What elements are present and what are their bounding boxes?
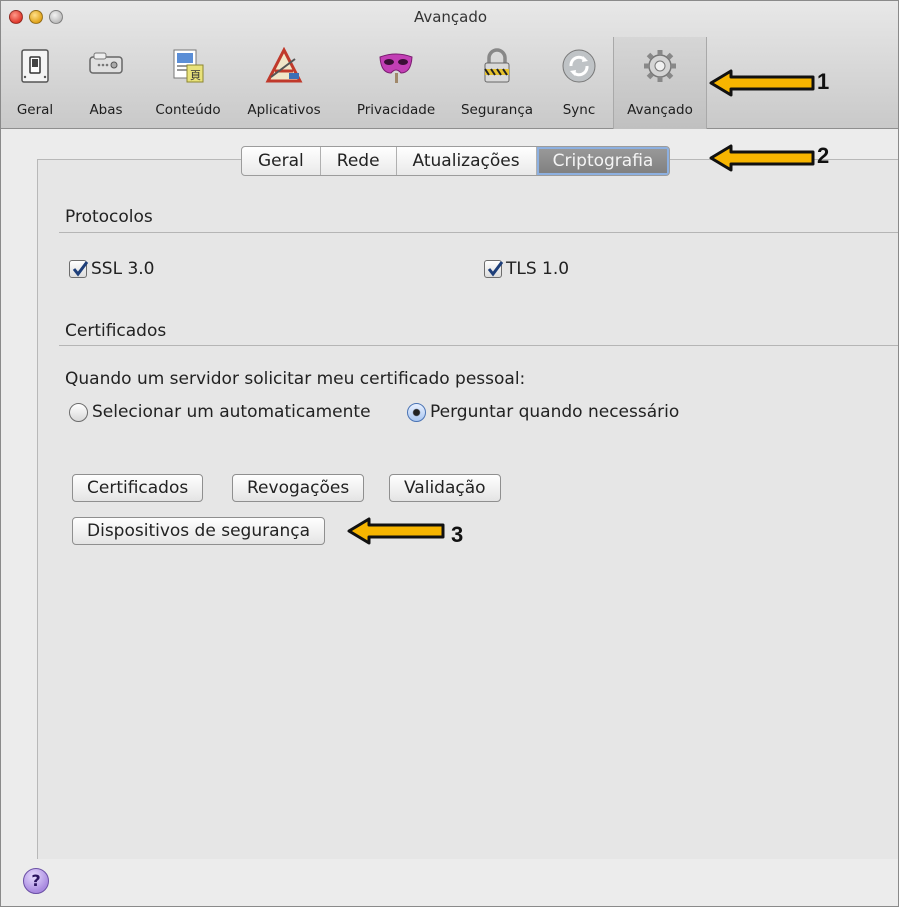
toolbar-item-abas[interactable]: Abas (75, 37, 137, 129)
help-button[interactable]: ? (23, 868, 49, 894)
tab-geral[interactable]: Geral (242, 147, 321, 175)
tab-panel (37, 159, 898, 859)
toolbar-label-conteudo: Conteúdo (155, 102, 221, 118)
toolbar-label-seguranca: Segurança (460, 102, 534, 118)
toolbar-label-geral: Geral (16, 102, 54, 118)
protocols-section-title: Protocolos (65, 207, 153, 227)
certificates-section-title: Certificados (65, 321, 167, 341)
tabs-icon (89, 52, 123, 74)
checkmark-icon (72, 261, 89, 277)
toolbar-item-sync[interactable]: Sync (553, 37, 605, 129)
tls-checkbox-label: TLS 1.0 (506, 259, 570, 279)
toolbar-label-avancado: Avançado (627, 102, 693, 118)
content-document-icon: 頁 (173, 49, 204, 83)
annotation-number-3: 3 (451, 522, 464, 547)
gear-icon (644, 50, 676, 82)
applications-icon (265, 47, 303, 83)
toolbar-item-seguranca[interactable]: Segurança (453, 37, 541, 129)
annotation-arrow-2-icon (709, 144, 815, 172)
padlock-icon (484, 48, 510, 83)
switch-icon (21, 49, 49, 83)
protocols-divider (59, 232, 898, 233)
toolbar-item-privacidade[interactable]: Privacidade (347, 37, 445, 129)
toolbar-label-sync: Sync (562, 102, 596, 118)
mask-icon (379, 53, 413, 83)
radio-select-automatically[interactable] (69, 403, 88, 422)
certificates-divider (59, 345, 898, 346)
preferences-window: Avançado Geral Abas 頁 Conteúdo Aplicativ… (0, 0, 899, 907)
tab-atualizacoes[interactable]: Atualizações (397, 147, 537, 175)
ssl-checkbox-label: SSL 3.0 (91, 259, 155, 279)
ssl-checkbox[interactable] (69, 260, 89, 278)
radio-ask-when-needed[interactable] (407, 403, 426, 422)
annotation-number-1: 1 (817, 69, 830, 94)
certificate-prompt-text: Quando um servidor solicitar meu certifi… (65, 369, 526, 389)
security-devices-button[interactable]: Dispositivos de segurança (72, 517, 326, 545)
certificados-button[interactable]: Certificados (72, 474, 204, 502)
radio-select-automatically-label: Selecionar um automaticamente (92, 402, 371, 422)
titlebar-toolbar: Avançado Geral Abas 頁 Conteúdo Aplicativ… (1, 1, 898, 129)
tab-bar: Geral Rede Atualizações Criptografia (241, 146, 671, 176)
toolbar-label-abas: Abas (89, 102, 123, 118)
toolbar-item-geral[interactable]: Geral (3, 37, 67, 129)
annotation-number-2: 2 (817, 143, 830, 168)
toolbar-item-avancado[interactable]: Avançado (613, 37, 707, 129)
radio-ask-when-needed-label: Perguntar quando necessário (430, 402, 680, 422)
toolbar-label-aplicativos: Aplicativos (247, 102, 321, 118)
toolbar-label-privacidade: Privacidade (356, 102, 436, 118)
checkmark-icon (487, 261, 504, 277)
annotation-arrow-3-icon (347, 517, 445, 545)
annotation-arrow-1-icon (709, 69, 815, 97)
toolbar-item-aplicativos[interactable]: Aplicativos (231, 37, 337, 129)
svg-text:頁: 頁 (190, 69, 201, 82)
tls-checkbox[interactable] (484, 260, 504, 278)
tab-rede[interactable]: Rede (321, 147, 397, 175)
toolbar-item-conteudo[interactable]: 頁 Conteúdo (147, 37, 229, 129)
tab-criptografia[interactable]: Criptografia (536, 147, 670, 175)
revogacoes-button[interactable]: Revogações (232, 474, 365, 502)
sync-icon (562, 49, 596, 83)
validacao-button[interactable]: Validação (389, 474, 501, 502)
window-title: Avançado (413, 8, 488, 26)
